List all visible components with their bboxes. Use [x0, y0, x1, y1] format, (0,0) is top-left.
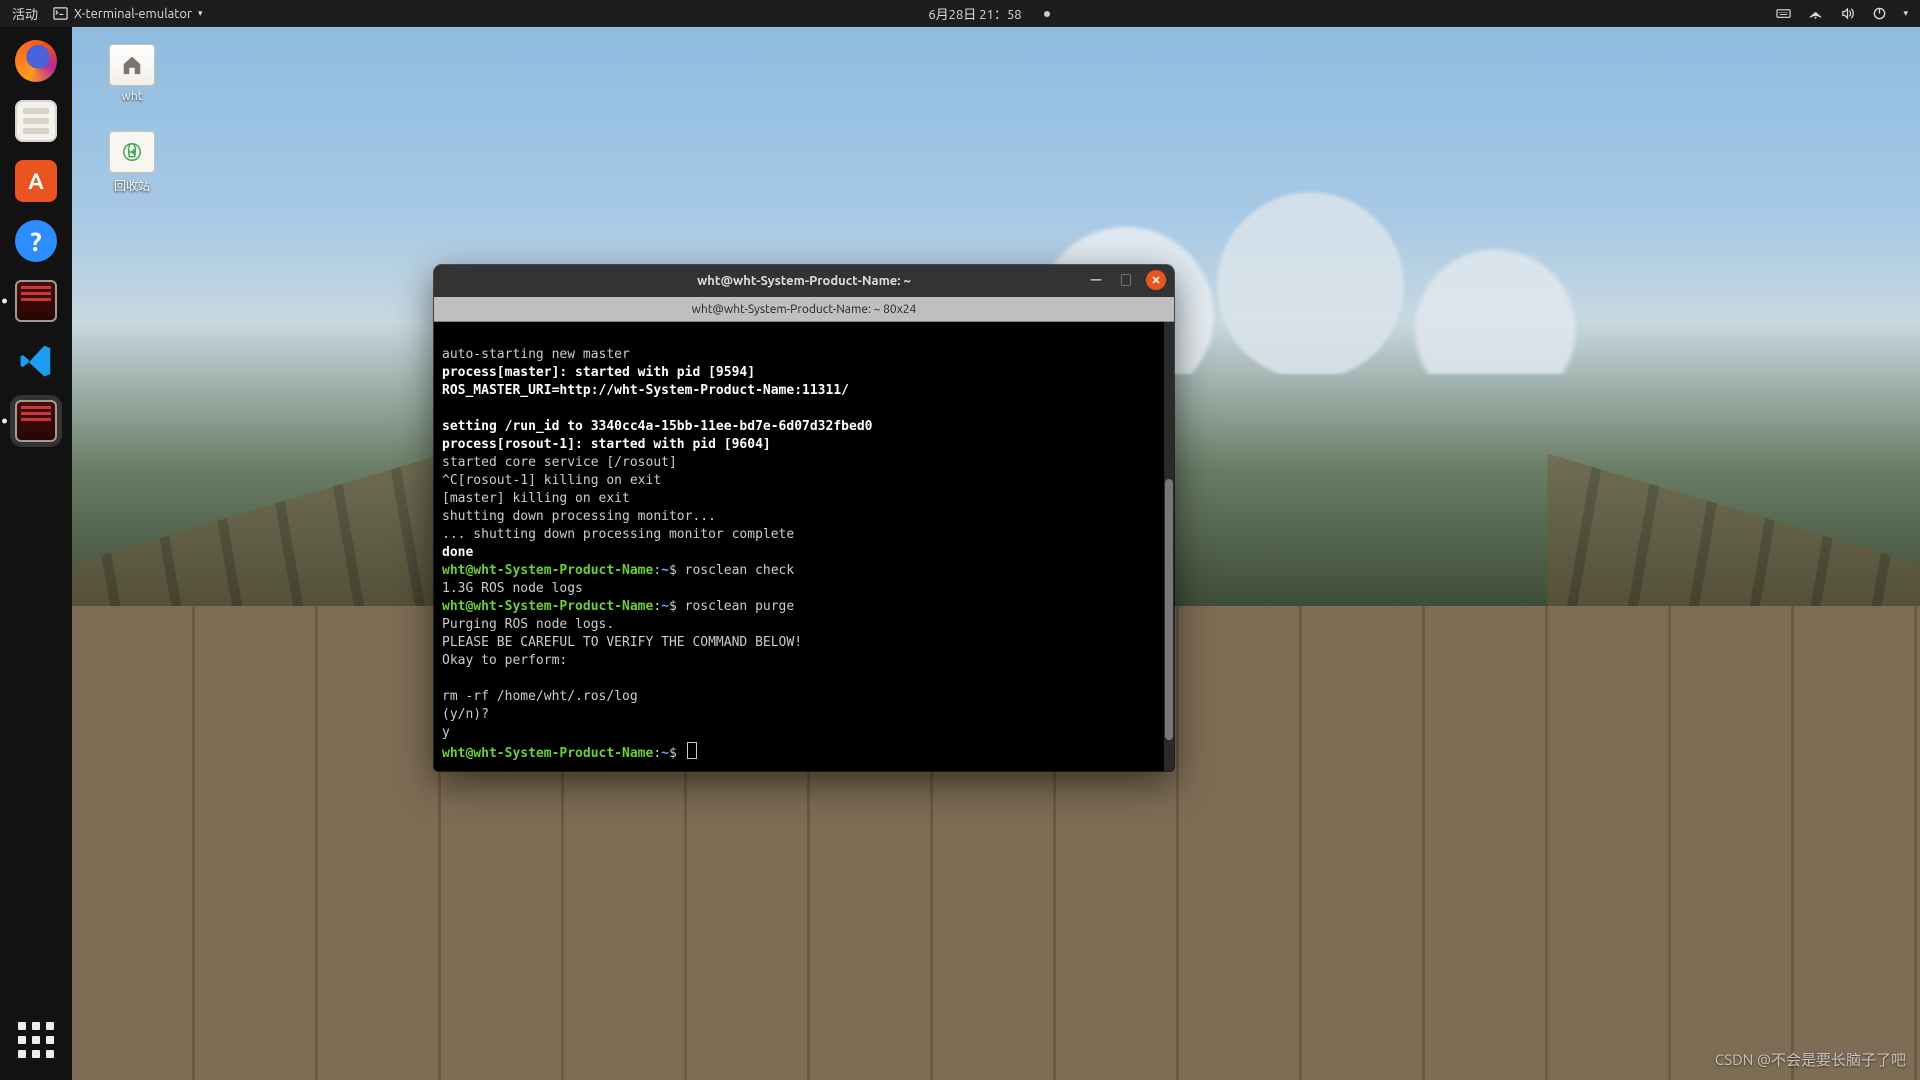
window-titlebar[interactable]: wht@wht-System-Product-Name: ~ — ▢ ✕ [434, 265, 1174, 297]
home-folder-icon [109, 44, 155, 86]
dock-item-vscode[interactable] [10, 335, 62, 387]
help-icon: ? [15, 220, 57, 262]
files-icon [15, 100, 57, 142]
dock-item-firefox[interactable] [10, 35, 62, 87]
terminal-icon [52, 6, 68, 22]
app-menu-label: X-terminal-emulator [74, 7, 192, 21]
terminal-output[interactable]: auto-starting new master process[master]… [434, 322, 1174, 771]
keyboard-layout-icon[interactable] [1775, 6, 1791, 22]
desktop-icons: wht 回收站 [96, 44, 168, 194]
desktop-icon-label: wht [122, 90, 143, 103]
terminal-scrollbar[interactable] [1164, 322, 1174, 771]
volume-icon[interactable] [1839, 6, 1855, 22]
desktop-icon-home[interactable]: wht [96, 44, 168, 103]
clock[interactable]: 6月28日 21：58 [928, 4, 1021, 23]
software-store-icon: A [15, 160, 57, 202]
window-maximize-button[interactable]: ▢ [1116, 270, 1136, 290]
firefox-icon [15, 40, 57, 82]
power-icon[interactable] [1871, 6, 1887, 22]
terminal-icon [15, 400, 57, 442]
vscode-icon [16, 341, 56, 381]
terminal-tab[interactable]: wht@wht-System-Product-Name: ~ 80x24 [434, 297, 1174, 322]
dock-item-terminal-1[interactable] [10, 275, 62, 327]
desktop-icon-label: 回收站 [114, 177, 150, 194]
dock-item-software[interactable]: A [10, 155, 62, 207]
window-title: wht@wht-System-Product-Name: ~ [697, 274, 911, 288]
dock-item-terminal-2[interactable] [10, 395, 62, 447]
terminal-tab-label: wht@wht-System-Product-Name: ~ 80x24 [692, 303, 917, 316]
trash-icon [109, 131, 155, 173]
app-menu[interactable]: X-terminal-emulator ▾ [52, 6, 202, 22]
system-menu-chevron-icon[interactable]: ▾ [1903, 8, 1908, 19]
window-minimize-button[interactable]: — [1086, 270, 1106, 290]
terminal-icon [15, 280, 57, 322]
activities-button[interactable]: 活动 [12, 4, 38, 23]
notification-dot-icon [1044, 11, 1050, 17]
terminal-window: wht@wht-System-Product-Name: ~ — ▢ ✕ wht… [434, 265, 1174, 771]
desktop-icon-trash[interactable]: 回收站 [96, 131, 168, 194]
window-close-button[interactable]: ✕ [1146, 270, 1166, 290]
dock-item-files[interactable] [10, 95, 62, 147]
dock-item-help[interactable]: ? [10, 215, 62, 267]
watermark: CSDN @不会是要长脑子了吧 [1715, 1049, 1906, 1070]
show-applications-button[interactable] [10, 1014, 62, 1066]
cursor-icon [687, 742, 697, 759]
network-icon[interactable] [1807, 6, 1823, 22]
top-bar: 活动 X-terminal-emulator ▾ 6月28日 21：58 ▾ [0, 0, 1920, 27]
dock: A ? [0, 27, 72, 1080]
